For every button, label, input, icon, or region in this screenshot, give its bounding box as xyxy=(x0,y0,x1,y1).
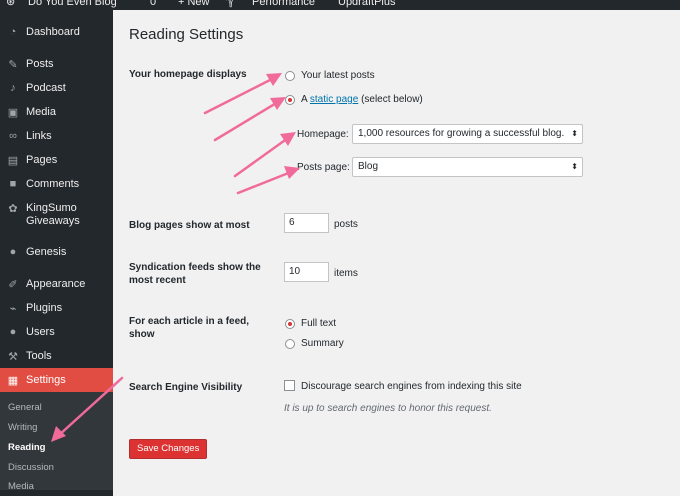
sidebar-item-posts[interactable]: ✎ Posts xyxy=(0,52,113,76)
main-content: Reading Settings Your homepage displays … xyxy=(113,10,680,496)
kingsumo-icon: ✿ xyxy=(8,203,18,215)
blog-pages-unit: posts xyxy=(334,219,358,230)
sidebar-item-comments[interactable]: ■ Comments xyxy=(0,172,113,196)
full-text-radio[interactable] xyxy=(285,319,295,329)
summary-radio[interactable] xyxy=(285,339,295,349)
admin-bar-site-name[interactable]: Do You Even Blog xyxy=(28,0,117,8)
summary-label[interactable]: Summary xyxy=(301,338,344,349)
submenu-item-discussion[interactable]: Discussion xyxy=(8,462,54,473)
search-visibility-label: Search Engine Visibility xyxy=(129,382,243,393)
sidebar-item-users[interactable]: ● Users xyxy=(0,320,113,344)
posts-page-select-value: Blog xyxy=(358,161,379,172)
save-changes-button[interactable]: Save Changes xyxy=(129,439,208,459)
static-page-radio[interactable] xyxy=(285,95,295,105)
syndication-label: Syndication feeds show the most recent xyxy=(129,262,261,286)
sidebar-item-appearance[interactable]: ✐ Appearance xyxy=(0,272,113,296)
syndication-unit: items xyxy=(334,268,358,279)
sidebar-item-label: KingSumo Giveaways xyxy=(26,202,80,227)
sidebar-item-label: Dashboard xyxy=(26,26,80,38)
sidebar-item-label: Genesis xyxy=(26,246,67,258)
sidebar-item-genesis[interactable]: ● Genesis xyxy=(0,240,113,264)
plug-icon: ⌁ xyxy=(9,302,17,315)
sidebar-item-media[interactable]: ▣ Media xyxy=(0,100,113,124)
microphone-icon: ♪ xyxy=(10,82,16,94)
submenu-item-media[interactable]: Media xyxy=(8,481,34,492)
static-page-prefix: A xyxy=(301,94,308,105)
sidebar-item-label: Posts xyxy=(26,58,54,70)
discourage-search-checkbox[interactable] xyxy=(284,380,295,391)
syndication-input[interactable]: 10 xyxy=(284,262,329,282)
sidebar-item-podcast[interactable]: ♪ Podcast xyxy=(0,76,113,100)
full-text-label[interactable]: Full text xyxy=(301,318,336,329)
submenu-item-writing[interactable]: Writing xyxy=(8,422,37,433)
homepage-select[interactable]: 1,000 resources for growing a successful… xyxy=(352,124,583,144)
user-icon: ● xyxy=(9,326,17,338)
admin-bar: ⊛ Do You Even Blog 0 + New ℽ Performance… xyxy=(0,0,680,10)
posts-page-select-label: Posts page: xyxy=(297,162,350,173)
comment-icon: ■ xyxy=(9,178,17,190)
brush-icon: ✐ xyxy=(8,278,18,291)
sidebar-item-dashboard[interactable]: ◔ Dashboard xyxy=(0,20,113,44)
sidebar-item-links[interactable]: ∞ Links xyxy=(0,124,113,148)
feed-article-label: For each article in a feed, show xyxy=(129,316,250,340)
homepage-displays-label: Your homepage displays xyxy=(129,69,247,80)
admin-bar-comments[interactable]: 0 xyxy=(150,0,156,8)
sidebar-item-label: Comments xyxy=(26,178,80,190)
submenu-item-reading[interactable]: Reading xyxy=(8,442,45,453)
sidebar-item-tools[interactable]: ⚒ Tools xyxy=(0,344,113,368)
static-page-option[interactable]: A static page (select below) xyxy=(301,94,423,105)
sidebar-item-label: Links xyxy=(26,130,52,142)
blog-pages-input[interactable]: 6 xyxy=(284,213,329,233)
blog-pages-label: Blog pages show at most xyxy=(129,220,250,231)
link-icon: ∞ xyxy=(9,130,17,142)
select-arrows-icon: ⬍ xyxy=(571,162,578,171)
search-visibility-description: It is up to search engines to honor this… xyxy=(284,403,492,414)
wordpress-logo-icon[interactable]: ⊛ xyxy=(6,0,15,8)
media-icon: ▣ xyxy=(7,106,19,119)
sidebar-item-label: Settings xyxy=(26,374,66,386)
pages-icon: ▤ xyxy=(7,154,19,167)
admin-sidebar: ◔ Dashboard ✎ Posts ♪ Podcast ▣ Media ∞ … xyxy=(0,10,113,496)
sidebar-item-label: Appearance xyxy=(26,278,86,290)
page-title: Reading Settings xyxy=(129,26,244,43)
sidebar-item-label: Pages xyxy=(26,154,58,166)
submenu-item-general[interactable]: General xyxy=(8,402,42,413)
homepage-select-value: 1,000 resources for growing a successful… xyxy=(358,128,565,139)
yoast-icon[interactable]: ℽ xyxy=(226,0,234,8)
pin-icon: ✎ xyxy=(8,58,18,71)
homepage-select-label: Homepage: xyxy=(297,129,349,140)
sidebar-item-label: Users xyxy=(26,326,55,338)
discourage-search-label[interactable]: Discourage search engines from indexing … xyxy=(301,381,522,392)
latest-posts-radio[interactable] xyxy=(285,71,295,81)
settings-submenu: General Writing Reading Discussion Media xyxy=(0,392,113,492)
settings-icon: ▦ xyxy=(7,374,19,387)
admin-bar-updraftplus[interactable]: UpdraftPlus xyxy=(338,0,395,8)
select-arrows-icon: ⬍ xyxy=(571,129,578,138)
sidebar-item-plugins[interactable]: ⌁ Plugins xyxy=(0,296,113,320)
sidebar-item-kingsumo[interactable]: ✿ KingSumo Giveaways xyxy=(0,200,113,234)
admin-bar-performance[interactable]: Performance xyxy=(252,0,315,8)
genesis-icon: ● xyxy=(9,246,17,258)
static-page-link[interactable]: static page xyxy=(310,94,358,105)
posts-page-select[interactable]: Blog ⬍ xyxy=(352,157,583,177)
sidebar-item-label: Plugins xyxy=(26,302,63,314)
static-page-suffix: (select below) xyxy=(361,94,423,105)
admin-bar-new[interactable]: + New xyxy=(178,0,210,8)
sidebar-item-label: Tools xyxy=(26,350,52,362)
wrench-icon: ⚒ xyxy=(8,350,18,363)
sidebar-item-label: Podcast xyxy=(26,82,66,94)
sidebar-item-settings[interactable]: ▦ Settings xyxy=(0,368,113,392)
sidebar-item-label: Media xyxy=(26,106,56,118)
latest-posts-label[interactable]: Your latest posts xyxy=(301,70,375,81)
dashboard-icon: ◔ xyxy=(9,26,17,38)
sidebar-item-pages[interactable]: ▤ Pages xyxy=(0,148,113,172)
